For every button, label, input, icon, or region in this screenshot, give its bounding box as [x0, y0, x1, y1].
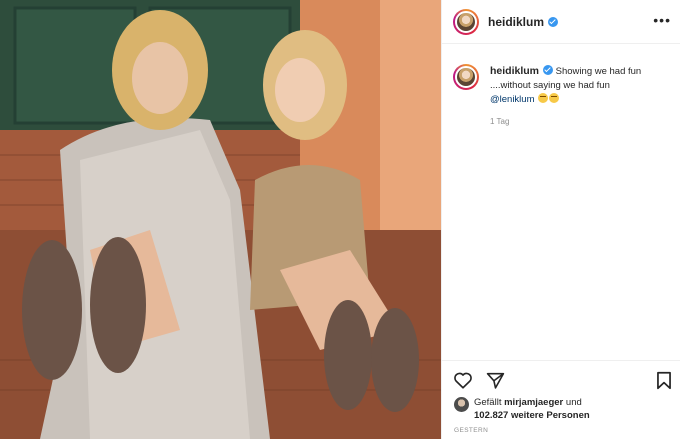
save-button[interactable]	[653, 369, 675, 391]
more-options-icon[interactable]: •••	[653, 13, 671, 27]
post-actions-bar: Gefällt mirjamjaeger und 102.827 weitere…	[442, 360, 680, 439]
liker-username[interactable]: mirjamjaeger	[504, 397, 563, 408]
post-sidebar: heidiklum ••• heidiklum Showing we had f…	[441, 0, 680, 439]
share-button[interactable]	[484, 369, 506, 391]
likes-prefix: Gefällt	[474, 397, 502, 408]
caption-username[interactable]: heidiklum	[490, 65, 539, 77]
post-caption: heidiklum Showing we had fun ....without…	[453, 64, 675, 107]
liker-avatar[interactable]	[454, 397, 469, 412]
likes-text: Gefällt mirjamjaeger und 102.827 weitere…	[474, 396, 590, 422]
bookmark-icon	[657, 371, 671, 389]
caption-time-ago[interactable]: 1 Tag	[490, 117, 509, 126]
likes-summary: Gefällt mirjamjaeger und 102.827 weitere…	[454, 396, 590, 422]
post-photo-illustration	[0, 0, 441, 439]
post-date: GESTERN	[454, 427, 489, 434]
like-button[interactable]	[452, 369, 474, 391]
likes-conjunction: und	[565, 397, 582, 408]
caption-text: heidiklum Showing we had fun ....without…	[490, 64, 675, 107]
caption-author-avatar[interactable]	[453, 64, 479, 90]
action-buttons	[452, 369, 506, 391]
share-icon	[486, 372, 504, 389]
likes-count[interactable]: 102.827 weitere Personen	[474, 410, 590, 421]
instagram-post: heidiklum ••• heidiklum Showing we had f…	[0, 0, 680, 439]
caption-verified-badge-icon	[543, 65, 554, 75]
post-header: heidiklum •••	[442, 0, 680, 44]
heart-icon	[454, 372, 472, 389]
post-photo[interactable]	[0, 0, 441, 439]
caption-mention-link[interactable]: @leniklum	[490, 94, 535, 105]
laughing-face-emoji	[538, 93, 549, 103]
author-username[interactable]: heidiklum	[488, 15, 544, 29]
verified-badge-icon	[548, 16, 559, 27]
laughing-face-emoji	[549, 93, 560, 103]
author-avatar[interactable]	[453, 8, 479, 35]
